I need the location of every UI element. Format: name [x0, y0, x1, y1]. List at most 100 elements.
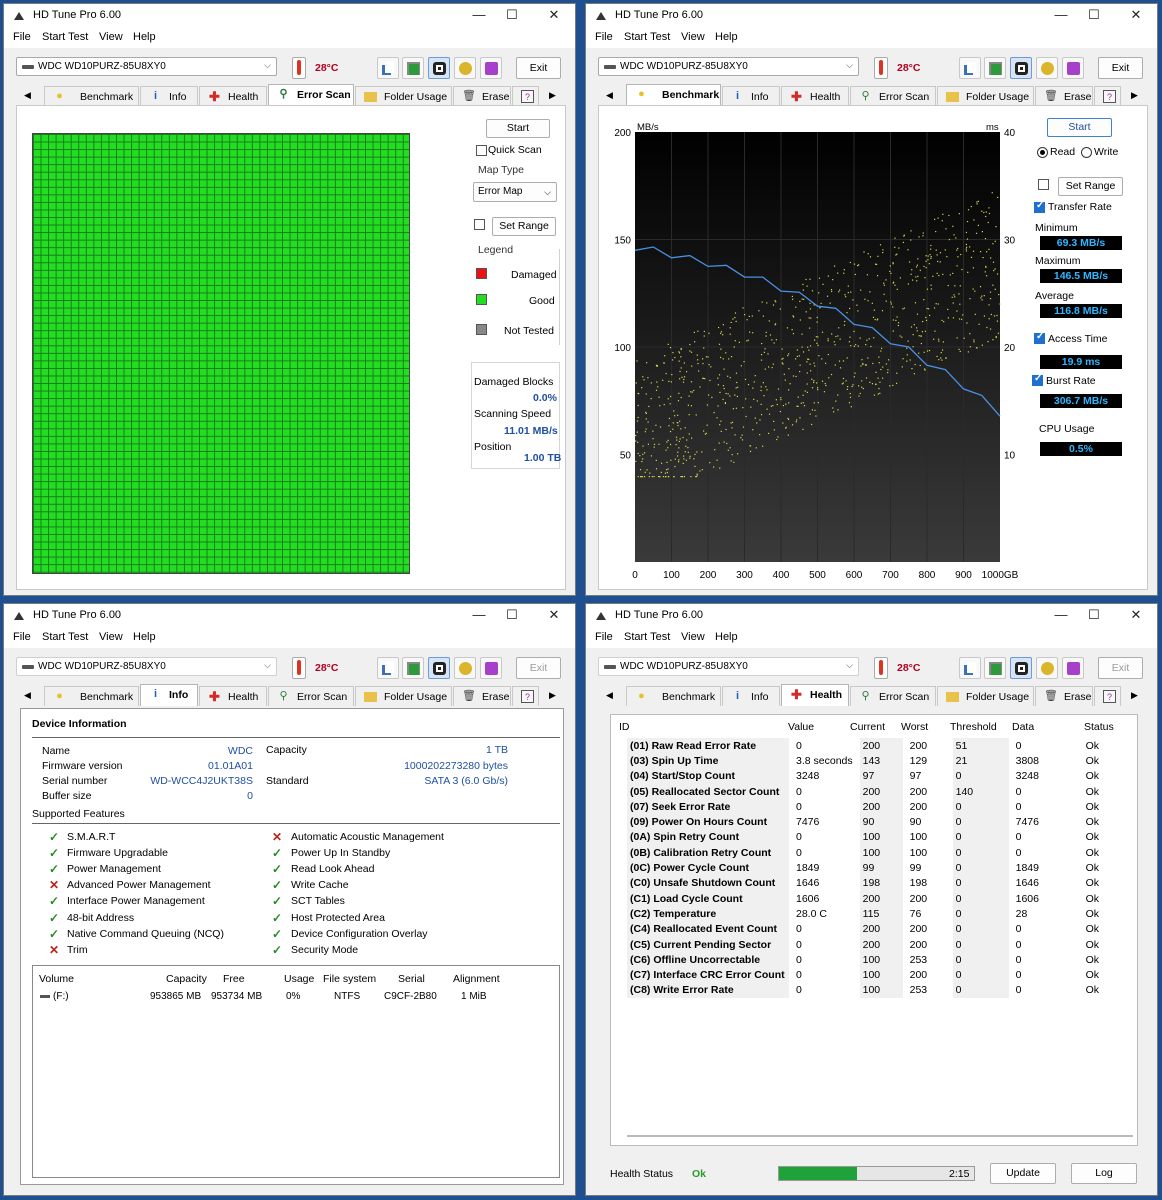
close-button[interactable]: ✕: [1116, 604, 1156, 628]
table-row[interactable]: (09) Power On Hours Count 7476 90 90 0 7476 Ok: [627, 814, 1107, 830]
access-time-checkbox[interactable]: [1034, 331, 1045, 344]
table-row[interactable]: (07) Seek Error Rate 0 200 200 0 0 Ok: [627, 799, 1107, 815]
tab-error-scan[interactable]: ⚲ Error Scan: [268, 84, 354, 106]
tab-folder-usage[interactable]: Folder Usage: [937, 86, 1034, 106]
table-row[interactable]: (C2) Temperature 28.0 C 115 76 0 28 Ok: [627, 906, 1107, 922]
transfer-rate-checkbox[interactable]: [1034, 200, 1045, 213]
tab-erase[interactable]: 🗑 Erase: [1035, 86, 1093, 106]
horizontal-scrollbar[interactable]: [627, 1135, 1133, 1137]
tab-health[interactable]: ✚ Health: [781, 684, 849, 706]
menu-start-test[interactable]: Start Test: [624, 631, 670, 643]
maximize-button[interactable]: ☐: [1074, 604, 1114, 628]
tab-more[interactable]: ?: [512, 686, 539, 706]
screenshot-button[interactable]: [428, 57, 450, 79]
tab-more[interactable]: ?: [1094, 86, 1121, 106]
table-row[interactable]: (0B) Calibration Retry Count 0 100 100 0 0 Ok: [627, 845, 1107, 861]
save-button[interactable]: [480, 657, 502, 679]
tab-health[interactable]: ✚ Health: [199, 86, 267, 106]
menu-start-test[interactable]: Start Test: [624, 31, 670, 43]
tab-error-scan[interactable]: ⚲ Error Scan: [268, 686, 354, 706]
health-column-header[interactable]: Threshold: [950, 721, 997, 733]
tab-benchmark[interactable]: ● Benchmark: [626, 84, 721, 106]
tab-info[interactable]: i Info: [140, 684, 198, 706]
copy-text-button[interactable]: [959, 57, 981, 79]
burst-rate-checkbox[interactable]: [1032, 373, 1043, 386]
tab-scroll-left-icon[interactable]: ◀: [606, 90, 613, 101]
health-column-header[interactable]: ID: [619, 721, 630, 733]
menu-start-test[interactable]: Start Test: [42, 31, 88, 43]
tab-folder-usage[interactable]: Folder Usage: [355, 86, 452, 106]
table-row[interactable]: (05) Reallocated Sector Count 0 200 200 140 0…: [627, 783, 1107, 800]
table-row[interactable]: (01) Raw Read Error Rate 0 200 200 51 0 Ok: [627, 738, 1107, 754]
tab-info[interactable]: i Info: [140, 86, 198, 106]
tab-benchmark[interactable]: ● Benchmark: [44, 86, 139, 106]
tab-info[interactable]: i Info: [722, 86, 780, 106]
table-row[interactable]: (C6) Offline Uncorrectable 0 100 253 0 0 Ok: [627, 952, 1107, 968]
tab-erase[interactable]: 🗑 Erase: [453, 86, 511, 106]
tab-scroll-right-icon[interactable]: ▶: [1131, 90, 1138, 101]
table-row[interactable]: (C5) Current Pending Sector 0 200 200 0 0 Ok: [627, 936, 1107, 953]
tab-scroll-right-icon[interactable]: ▶: [549, 690, 556, 701]
screenshot-button[interactable]: [1010, 57, 1032, 79]
log-button[interactable]: Log: [1071, 1163, 1137, 1184]
tab-health[interactable]: ✚ Health: [781, 86, 849, 106]
set-range-button[interactable]: Set Range: [1058, 177, 1123, 196]
drive-select[interactable]: WDC WD10PURZ-85U8XY0 ⌵: [598, 657, 859, 676]
menu-view[interactable]: View: [681, 631, 705, 643]
tab-benchmark[interactable]: ● Benchmark: [626, 686, 721, 706]
table-row[interactable]: (C4) Reallocated Event Count 0 200 200 0 0 Ok: [627, 921, 1107, 937]
table-row[interactable]: (C8) Write Error Rate 0 100 253 0 0 Ok: [627, 982, 1107, 999]
menu-help[interactable]: Help: [715, 31, 738, 43]
tab-more[interactable]: ?: [1094, 686, 1121, 706]
menu-view[interactable]: View: [99, 31, 123, 43]
health-column-header[interactable]: Status: [1084, 721, 1114, 733]
set-range-checkbox[interactable]: [474, 219, 485, 230]
exit-button[interactable]: Exit: [516, 657, 561, 679]
tab-benchmark[interactable]: ● Benchmark: [44, 686, 139, 706]
maximize-button[interactable]: ☐: [492, 604, 532, 628]
close-button[interactable]: ✕: [534, 4, 574, 28]
save-button[interactable]: [1062, 57, 1084, 79]
menu-file[interactable]: File: [595, 31, 613, 43]
tab-folder-usage[interactable]: Folder Usage: [355, 686, 452, 706]
tab-scroll-right-icon[interactable]: ▶: [1131, 690, 1138, 701]
maximize-button[interactable]: ☐: [492, 4, 532, 28]
screenshot-button[interactable]: [428, 657, 450, 679]
save-button[interactable]: [480, 57, 502, 79]
tab-more[interactable]: ?: [512, 86, 539, 106]
start-button[interactable]: Start: [486, 119, 550, 138]
menu-start-test[interactable]: Start Test: [42, 631, 88, 643]
options-button[interactable]: [1036, 57, 1058, 79]
tab-folder-usage[interactable]: Folder Usage: [937, 686, 1034, 706]
copy-info-button[interactable]: [984, 57, 1006, 79]
maximize-button[interactable]: ☐: [1074, 4, 1114, 28]
menu-file[interactable]: File: [595, 631, 613, 643]
menu-help[interactable]: Help: [715, 631, 738, 643]
menu-file[interactable]: File: [13, 631, 31, 643]
copy-info-button[interactable]: [402, 657, 424, 679]
options-button[interactable]: [1036, 657, 1058, 679]
drive-select[interactable]: WDC WD10PURZ-85U8XY0 ⌵: [16, 657, 277, 676]
tab-scroll-left-icon[interactable]: ◀: [24, 90, 31, 101]
start-button[interactable]: Start: [1047, 118, 1112, 137]
update-button[interactable]: Update: [990, 1163, 1056, 1184]
menu-view[interactable]: View: [681, 31, 705, 43]
copy-info-button[interactable]: [984, 657, 1006, 679]
tab-info[interactable]: i Info: [722, 686, 780, 706]
drive-select[interactable]: WDC WD10PURZ-85U8XY0 ⌵: [598, 57, 859, 76]
set-range-checkbox[interactable]: [1038, 179, 1049, 190]
options-button[interactable]: [454, 657, 476, 679]
copy-text-button[interactable]: [377, 657, 399, 679]
save-button[interactable]: [1062, 657, 1084, 679]
table-row[interactable]: (04) Start/Stop Count 3248 97 97 0 3248 Ok: [627, 768, 1107, 784]
exit-button[interactable]: Exit: [1098, 657, 1143, 679]
drive-select[interactable]: WDC WD10PURZ-85U8XY0 ⌵: [16, 57, 277, 76]
tab-scroll-left-icon[interactable]: ◀: [606, 690, 613, 701]
set-range-button[interactable]: Set Range: [492, 217, 556, 236]
menu-help[interactable]: Help: [133, 631, 156, 643]
tab-erase[interactable]: 🗑 Erase: [453, 686, 511, 706]
quick-scan-checkbox[interactable]: [476, 145, 487, 156]
table-row[interactable]: (C7) Interface CRC Error Count 0 100 200 0 0 O…: [627, 967, 1107, 983]
tab-scroll-right-icon[interactable]: ▶: [549, 90, 556, 101]
health-column-header[interactable]: Data: [1012, 721, 1034, 733]
